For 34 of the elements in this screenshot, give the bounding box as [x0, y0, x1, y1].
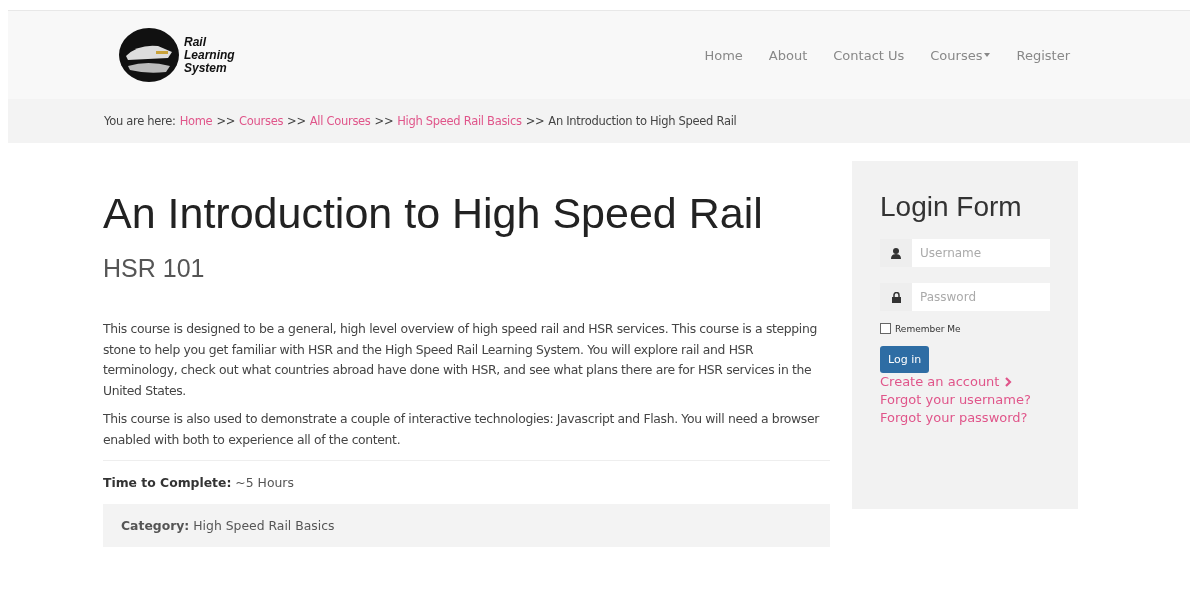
- nav-link[interactable]: Contact Us: [833, 47, 905, 63]
- nav-link[interactable]: About: [768, 47, 808, 63]
- login-link[interactable]: Forgot your password?: [880, 409, 1050, 427]
- breadcrumb-label: You are here:: [104, 114, 176, 128]
- remember-label: Remember Me: [895, 323, 961, 334]
- breadcrumb-separator: >>: [374, 114, 394, 128]
- breadcrumb-link[interactable]: High Speed Rail Basics: [397, 114, 522, 128]
- breadcrumb-separator: >>: [287, 114, 306, 128]
- course-description: This course is also used to demonstrate a couple of interactive technologies: Javascript and Flash. You will need a browser enabled with both to experience all of the content.: [103, 410, 821, 449]
- breadcrumb-link[interactable]: Courses: [239, 114, 284, 128]
- breadcrumb-separator: >>: [216, 114, 236, 128]
- login-title: Login Form: [880, 191, 1023, 223]
- lock-icon: [891, 291, 901, 303]
- nav-link[interactable]: Register: [1016, 47, 1070, 63]
- login-button[interactable]: Log in: [880, 346, 930, 373]
- login-link[interactable]: Create an account: [880, 373, 1050, 391]
- time-value: ~5 Hours: [235, 475, 294, 490]
- breadcrumb-link[interactable]: Home: [179, 114, 213, 128]
- category-label: Category:: [121, 518, 190, 533]
- course-code: HSR 101: [103, 254, 206, 283]
- login-link[interactable]: Forgot your username?: [880, 391, 1050, 409]
- breadcrumb-current: An Introduction to High Speed Rail: [548, 114, 737, 128]
- train-logo-icon: [118, 26, 180, 84]
- course-description: This course is designed to be a general, high level overview of high speed rail and HSR services. This course is a stepping stone to help you get familiar with HSR and the High Speed Rail Learning System. You will explore rail and HSR terminology, check out what countries abroad have done with HSR, and see what plans there are for HSR services in the United States.: [103, 320, 818, 400]
- user-icon: [891, 247, 901, 259]
- time-label: Time to Complete:: [103, 475, 232, 490]
- nav-link[interactable]: Courses: [930, 47, 991, 63]
- breadcrumb-link[interactable]: All Courses: [309, 114, 371, 128]
- breadcrumb-separator: >>: [525, 114, 545, 128]
- course-title: An Introduction to High Speed Rail: [103, 189, 764, 238]
- category-value: High Speed Rail Basics: [193, 518, 335, 533]
- nav-link[interactable]: Home: [704, 47, 743, 63]
- remember-checkbox[interactable]: [880, 323, 891, 334]
- logo-text: Rail Learning System: [184, 35, 235, 75]
